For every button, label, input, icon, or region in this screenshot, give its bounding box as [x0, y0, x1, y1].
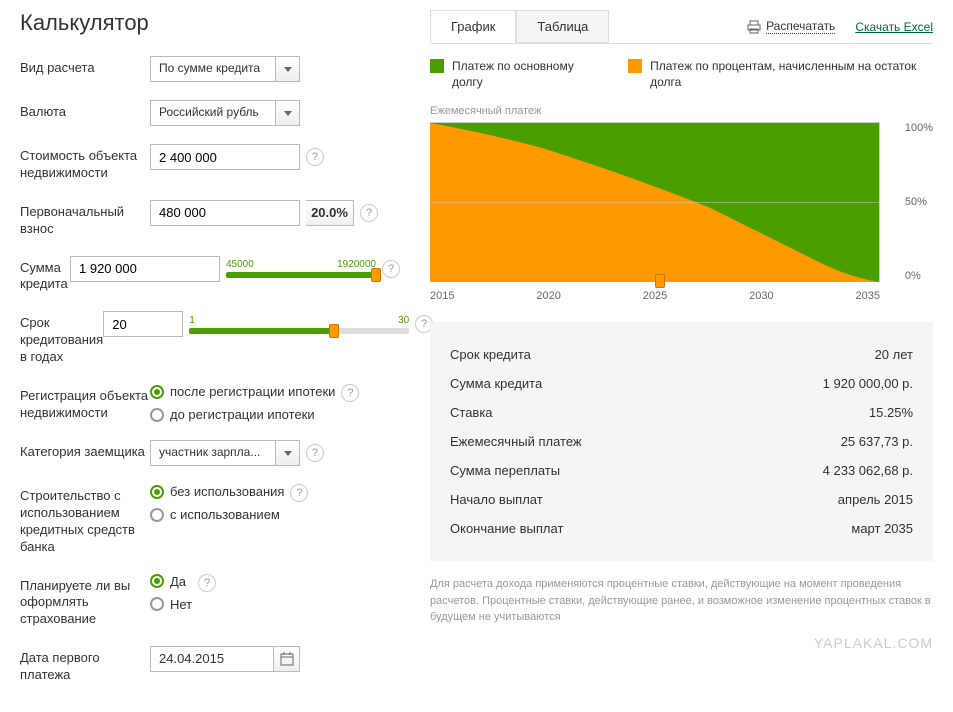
registration-before-radio[interactable]: до регистрации ипотеки: [150, 407, 335, 422]
summary-term-label: Срок кредита: [450, 347, 531, 362]
legend-label-interest: Платеж по процентам, начисленным на оста…: [650, 59, 933, 90]
calendar-icon[interactable]: [273, 647, 299, 671]
x-label: 2020: [536, 290, 560, 302]
help-icon[interactable]: ?: [306, 148, 324, 166]
radio-icon: [150, 385, 164, 399]
construction-without-radio[interactable]: без использования: [150, 484, 284, 499]
help-icon[interactable]: ?: [360, 204, 378, 222]
property-cost-label: Стоимость объекта недвижимости: [20, 144, 150, 182]
currency-select[interactable]: Российский рубль: [150, 100, 300, 126]
summary-box: Срок кредита 20 лет Сумма кредита 1 920 00…: [430, 322, 933, 561]
slider-max: 30: [398, 315, 409, 326]
chart-title: Ежемесячный платеж: [430, 105, 933, 117]
summary-amount-value: 1 920 000,00 р.: [823, 376, 913, 391]
registration-after-radio[interactable]: после регистрации ипотеки: [150, 384, 335, 399]
y-label: 0%: [905, 270, 933, 282]
legend-label-principal: Платеж по основному долгу: [452, 59, 598, 90]
radio-icon: [150, 597, 164, 611]
tab-table[interactable]: Таблица: [516, 10, 609, 43]
slider-thumb[interactable]: [329, 324, 339, 338]
disclaimer-text: Для расчета дохода применяются процентны…: [430, 576, 933, 626]
summary-amount-label: Сумма кредита: [450, 376, 542, 391]
chart-marker[interactable]: [655, 274, 665, 288]
y-label: 100%: [905, 122, 933, 134]
radio-label: до регистрации ипотеки: [170, 407, 315, 422]
x-label: 2030: [749, 290, 773, 302]
help-icon[interactable]: ?: [382, 260, 400, 278]
legend-color-principal: [430, 59, 444, 73]
x-label: 2025: [643, 290, 667, 302]
summary-overpay-value: 4 233 062,68 р.: [823, 463, 913, 478]
radio-label: Нет: [170, 597, 192, 612]
loan-amount-slider[interactable]: [226, 272, 376, 278]
construction-label: Строительство с использованием кредитных…: [20, 484, 150, 556]
calc-type-value: По сумме кредита: [151, 57, 275, 81]
watermark: YAPLAKAL.COM: [814, 635, 933, 651]
legend-color-interest: [628, 59, 642, 73]
help-icon[interactable]: ?: [341, 384, 359, 402]
borrower-category-label: Категория заемщика: [20, 440, 150, 461]
radio-label: после регистрации ипотеки: [170, 384, 335, 399]
date-value: 24.04.2015: [151, 647, 273, 671]
slider-min: 1: [189, 315, 195, 326]
down-payment-label: Первоначальный взнос: [20, 200, 150, 238]
y-label: 50%: [905, 196, 933, 208]
chevron-down-icon: [275, 441, 299, 465]
x-label: 2035: [856, 290, 880, 302]
construction-with-radio[interactable]: с использованием: [150, 507, 284, 522]
download-excel-link[interactable]: Скачать Excel: [855, 20, 933, 34]
print-icon: [747, 20, 761, 34]
summary-monthly-value: 25 637,73 р.: [841, 434, 913, 449]
down-payment-input[interactable]: [150, 200, 300, 226]
radio-icon: [150, 408, 164, 422]
summary-rate-label: Ставка: [450, 405, 493, 420]
help-icon[interactable]: ?: [198, 574, 216, 592]
summary-rate-value: 15.25%: [869, 405, 913, 420]
summary-start-label: Начало выплат: [450, 492, 543, 507]
summary-start-value: апрель 2015: [838, 492, 913, 507]
calc-type-label: Вид расчета: [20, 56, 150, 77]
x-label: 2015: [430, 290, 454, 302]
summary-overpay-label: Сумма переплаты: [450, 463, 560, 478]
loan-term-slider[interactable]: [189, 328, 409, 334]
loan-amount-input[interactable]: [70, 256, 220, 282]
radio-icon: [150, 485, 164, 499]
help-icon[interactable]: ?: [306, 444, 324, 462]
chevron-down-icon: [275, 101, 299, 125]
summary-monthly-label: Ежемесячный платеж: [450, 434, 582, 449]
slider-min: 45000: [226, 259, 254, 270]
first-payment-date-input[interactable]: 24.04.2015: [150, 646, 300, 672]
payment-chart: 100% 50% 0% 2015 2020 2025 2030 2035: [430, 122, 933, 302]
help-icon[interactable]: ?: [290, 484, 308, 502]
radio-label: без использования: [170, 484, 284, 499]
loan-amount-label: Сумма кредита: [20, 256, 70, 294]
radio-icon: [150, 508, 164, 522]
loan-term-input[interactable]: [103, 311, 183, 337]
property-cost-input[interactable]: [150, 144, 300, 170]
loan-term-label: Срок кредитования в годах: [20, 311, 103, 366]
chevron-down-icon: [275, 57, 299, 81]
radio-icon: [150, 574, 164, 588]
borrower-category-value: участник зарпла...: [151, 441, 275, 465]
page-title: Калькулятор: [20, 10, 400, 36]
first-payment-date-label: Дата первого платежа: [20, 646, 150, 684]
currency-value: Российский рубль: [151, 101, 275, 125]
borrower-category-select[interactable]: участник зарпла...: [150, 440, 300, 466]
insurance-label: Планируете ли вы оформлять страхование: [20, 574, 150, 629]
summary-end-label: Окончание выплат: [450, 521, 563, 536]
registration-label: Регистрация объекта недвижимости: [20, 384, 150, 422]
insurance-no-radio[interactable]: Нет: [150, 597, 192, 612]
radio-label: с использованием: [170, 507, 280, 522]
summary-term-value: 20 лет: [875, 347, 913, 362]
slider-thumb[interactable]: [371, 268, 381, 282]
radio-label: Да: [170, 574, 186, 589]
summary-end-value: март 2035: [851, 521, 913, 536]
calc-type-select[interactable]: По сумме кредита: [150, 56, 300, 82]
print-link[interactable]: Распечатать: [766, 19, 835, 34]
insurance-yes-radio[interactable]: Да: [150, 574, 192, 589]
down-payment-percent: 20.0%: [306, 200, 354, 226]
currency-label: Валюта: [20, 100, 150, 121]
tab-chart[interactable]: График: [430, 10, 516, 43]
